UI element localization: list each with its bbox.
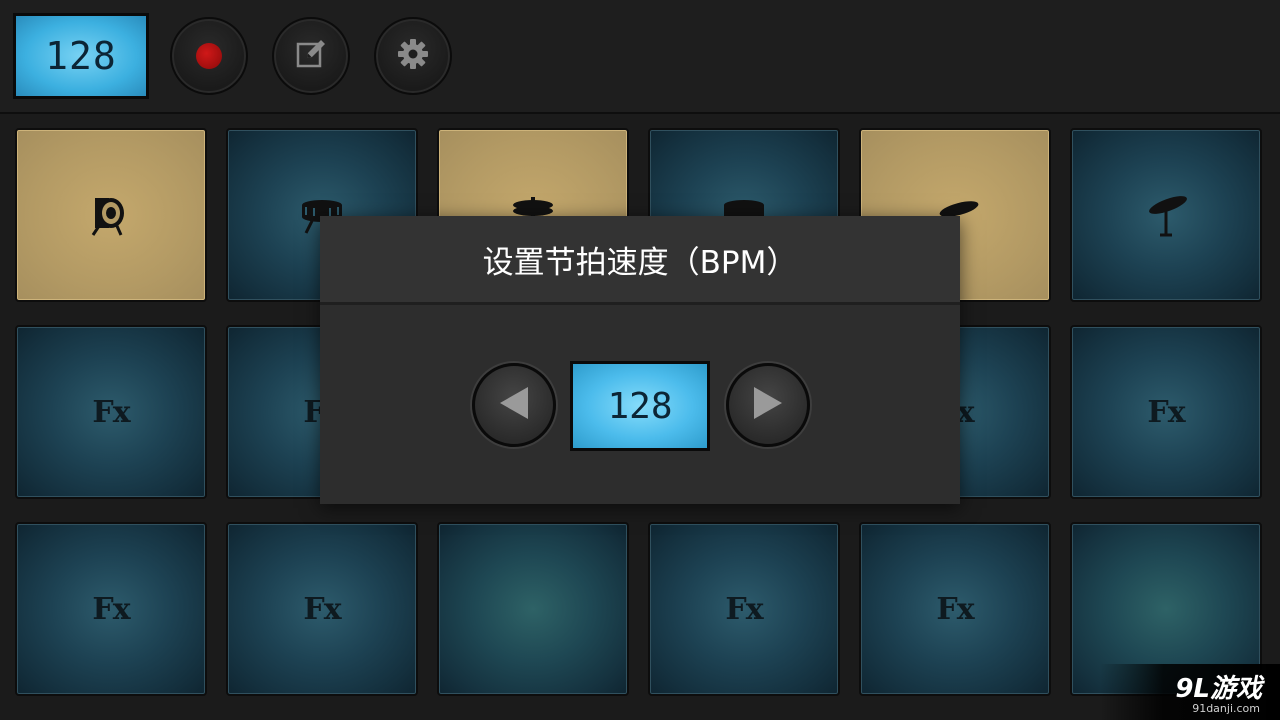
dialog-bpm-display: 128	[570, 361, 710, 451]
fx-label: Fx	[92, 591, 130, 627]
fx-label: Fx	[725, 591, 763, 627]
pad-13[interactable]: Fx	[15, 522, 207, 696]
increase-bpm-button[interactable]	[726, 363, 810, 447]
decrease-bpm-button[interactable]	[472, 363, 556, 447]
dialog-body: 128	[320, 305, 960, 504]
edit-button[interactable]	[272, 17, 350, 95]
fx-label: Fx	[303, 591, 341, 627]
pad-7[interactable]: Fx	[15, 325, 207, 499]
top-toolbar: 128	[0, 0, 1280, 114]
pad-12[interactable]: Fx	[1070, 325, 1262, 499]
right-arrow-icon	[750, 383, 786, 427]
kick-drum-icon	[87, 194, 135, 236]
watermark-logo: 9L游戏	[1175, 674, 1262, 704]
fx-label: Fx	[1147, 394, 1185, 430]
watermark-url: 91danji.com	[1192, 702, 1260, 715]
pad-1[interactable]	[15, 128, 207, 302]
record-button[interactable]	[170, 17, 248, 95]
bpm-display[interactable]: 128	[13, 13, 149, 99]
pad-14[interactable]: Fx	[226, 522, 418, 696]
pad-16[interactable]: Fx	[648, 522, 840, 696]
pad-6[interactable]	[1070, 128, 1262, 302]
edit-icon	[295, 38, 327, 74]
watermark: 9L游戏 91danji.com	[1100, 664, 1280, 720]
dialog-title: 设置节拍速度（BPM）	[320, 216, 960, 305]
record-icon	[196, 43, 222, 69]
left-arrow-icon	[496, 383, 532, 427]
pad-17[interactable]: Fx	[859, 522, 1051, 696]
settings-button[interactable]	[374, 17, 452, 95]
fx-label: Fx	[92, 394, 130, 430]
gear-icon	[396, 37, 430, 75]
ride-cymbal-icon	[1142, 193, 1190, 237]
pad-15[interactable]	[437, 522, 629, 696]
fx-label: Fx	[936, 591, 974, 627]
bpm-dialog: 设置节拍速度（BPM） 128	[320, 216, 960, 504]
